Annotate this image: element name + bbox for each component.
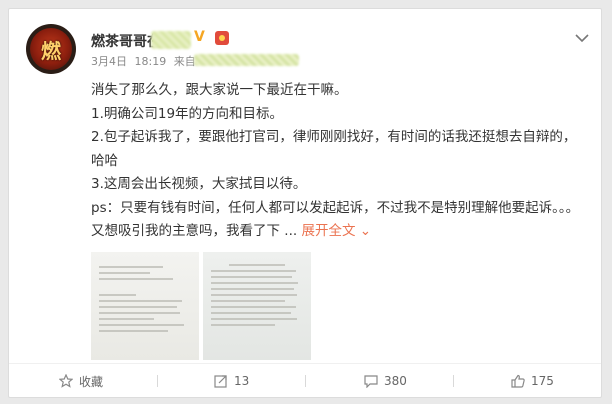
thumbs-up-icon — [511, 374, 525, 388]
favorite-button[interactable]: 收藏 — [59, 364, 103, 398]
divider — [157, 375, 158, 387]
post-paragraph: 2.包子起诉我了，要跟他打官司，律师刚刚找好，有时间的话我还挺想去自辩的，哈哈 — [91, 129, 577, 169]
post-meta: 3月4日 18:19 来自 — [91, 53, 200, 69]
expand-label: 展开全文 — [301, 223, 356, 239]
post-paragraph: 3.这周会出长视频，大家拭目以待。 — [91, 176, 307, 192]
blurred-name-region — [151, 31, 191, 49]
repost-count: 13 — [234, 374, 250, 388]
post-time[interactable]: 18:19 — [135, 55, 167, 68]
like-button[interactable]: 175 — [511, 364, 554, 398]
blurred-source-region — [194, 54, 299, 66]
divider — [305, 375, 306, 387]
post-paragraph: ps：只要有钱有时间，任何人都可以发起起诉，不过我不是特别理解他要起诉。。。又想… — [91, 197, 587, 244]
action-bar: 收藏 13 380 175 — [9, 363, 601, 398]
medal-icon — [215, 31, 229, 45]
star-icon — [59, 374, 73, 388]
post-source-prefix: 来自 — [173, 55, 196, 68]
avatar[interactable]: 燃 — [26, 24, 76, 74]
comment-icon — [364, 375, 378, 388]
image-thumbnail-2[interactable] — [203, 252, 311, 360]
post-paragraph: 消失了那么久，跟大家说一下最近在干嘛。 — [91, 82, 348, 98]
repost-icon — [214, 375, 227, 388]
weibo-post-card: 燃 燃茶哥哥在 V 3月4日 18:19 来自 消失了那么久，跟大家说一下最近在… — [8, 8, 602, 398]
post-date[interactable]: 3月4日 — [91, 55, 127, 68]
post-paragraph: 1.明确公司19年的方向和目标。 — [91, 105, 284, 122]
comment-count: 380 — [384, 374, 407, 388]
repost-button[interactable]: 13 — [214, 364, 249, 398]
favorite-label: 收藏 — [79, 374, 104, 389]
expand-full-text-link[interactable]: 展开全文 ⌄ — [301, 223, 371, 239]
image-thumbnail-1[interactable] — [91, 252, 199, 360]
like-count: 175 — [531, 374, 554, 388]
verified-icon: V — [194, 29, 205, 45]
chevron-down-icon[interactable] — [575, 31, 589, 43]
divider — [453, 375, 454, 387]
comment-button[interactable]: 380 — [364, 364, 407, 398]
post-text: 消失了那么久，跟大家说一下最近在干嘛。 1.明确公司19年的方向和目标。 2.包… — [91, 79, 587, 244]
avatar-logo: 燃 — [30, 28, 72, 70]
